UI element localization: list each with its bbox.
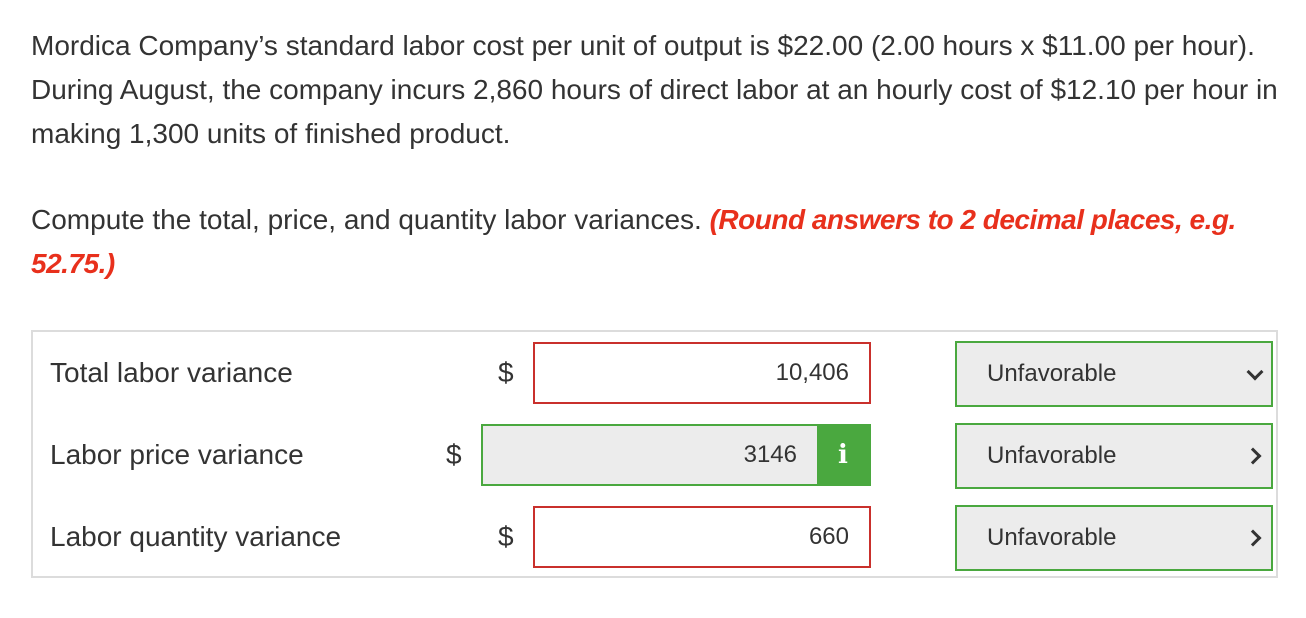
chevron-down-icon [1246, 363, 1264, 381]
answer-table: Total labor variance $ 10,406 Unfavorabl… [31, 330, 1278, 578]
total-labor-variance-label: Total labor variance [50, 357, 293, 388]
selected-value: Unfavorable [987, 524, 1117, 551]
total-labor-variance-input[interactable]: 10,406 [533, 342, 871, 404]
labor-quantity-variance-label: Labor quantity variance [50, 521, 342, 552]
dollar-sign: $ [446, 439, 462, 470]
labor-quantity-variance-input[interactable]: 660 [533, 506, 871, 568]
labor-price-variance-select[interactable]: Unfavorable [955, 423, 1273, 489]
selected-value: Unfavorable [987, 442, 1117, 469]
instruction-text: Compute the total, price, and quantity l… [31, 198, 1281, 286]
labor-quantity-variance-select[interactable]: Unfavorable [955, 505, 1273, 571]
problem-statement: Mordica Company’s standard labor cost pe… [31, 30, 1278, 149]
chevron-right-icon [1244, 447, 1262, 465]
info-icon[interactable]: i [817, 426, 869, 484]
dollar-sign: $ [498, 521, 514, 552]
labor-price-variance-value: 3146 [743, 441, 797, 468]
labor-price-variance-label: Labor price variance [50, 439, 304, 470]
labor-price-variance-input: 3146 i [481, 424, 871, 486]
dollar-sign: $ [498, 357, 514, 388]
instruction-main: Compute the total, price, and quantity l… [31, 204, 702, 235]
chevron-right-icon [1244, 529, 1262, 547]
total-labor-variance-select[interactable]: Unfavorable [955, 341, 1273, 407]
selected-value: Unfavorable [987, 360, 1117, 387]
